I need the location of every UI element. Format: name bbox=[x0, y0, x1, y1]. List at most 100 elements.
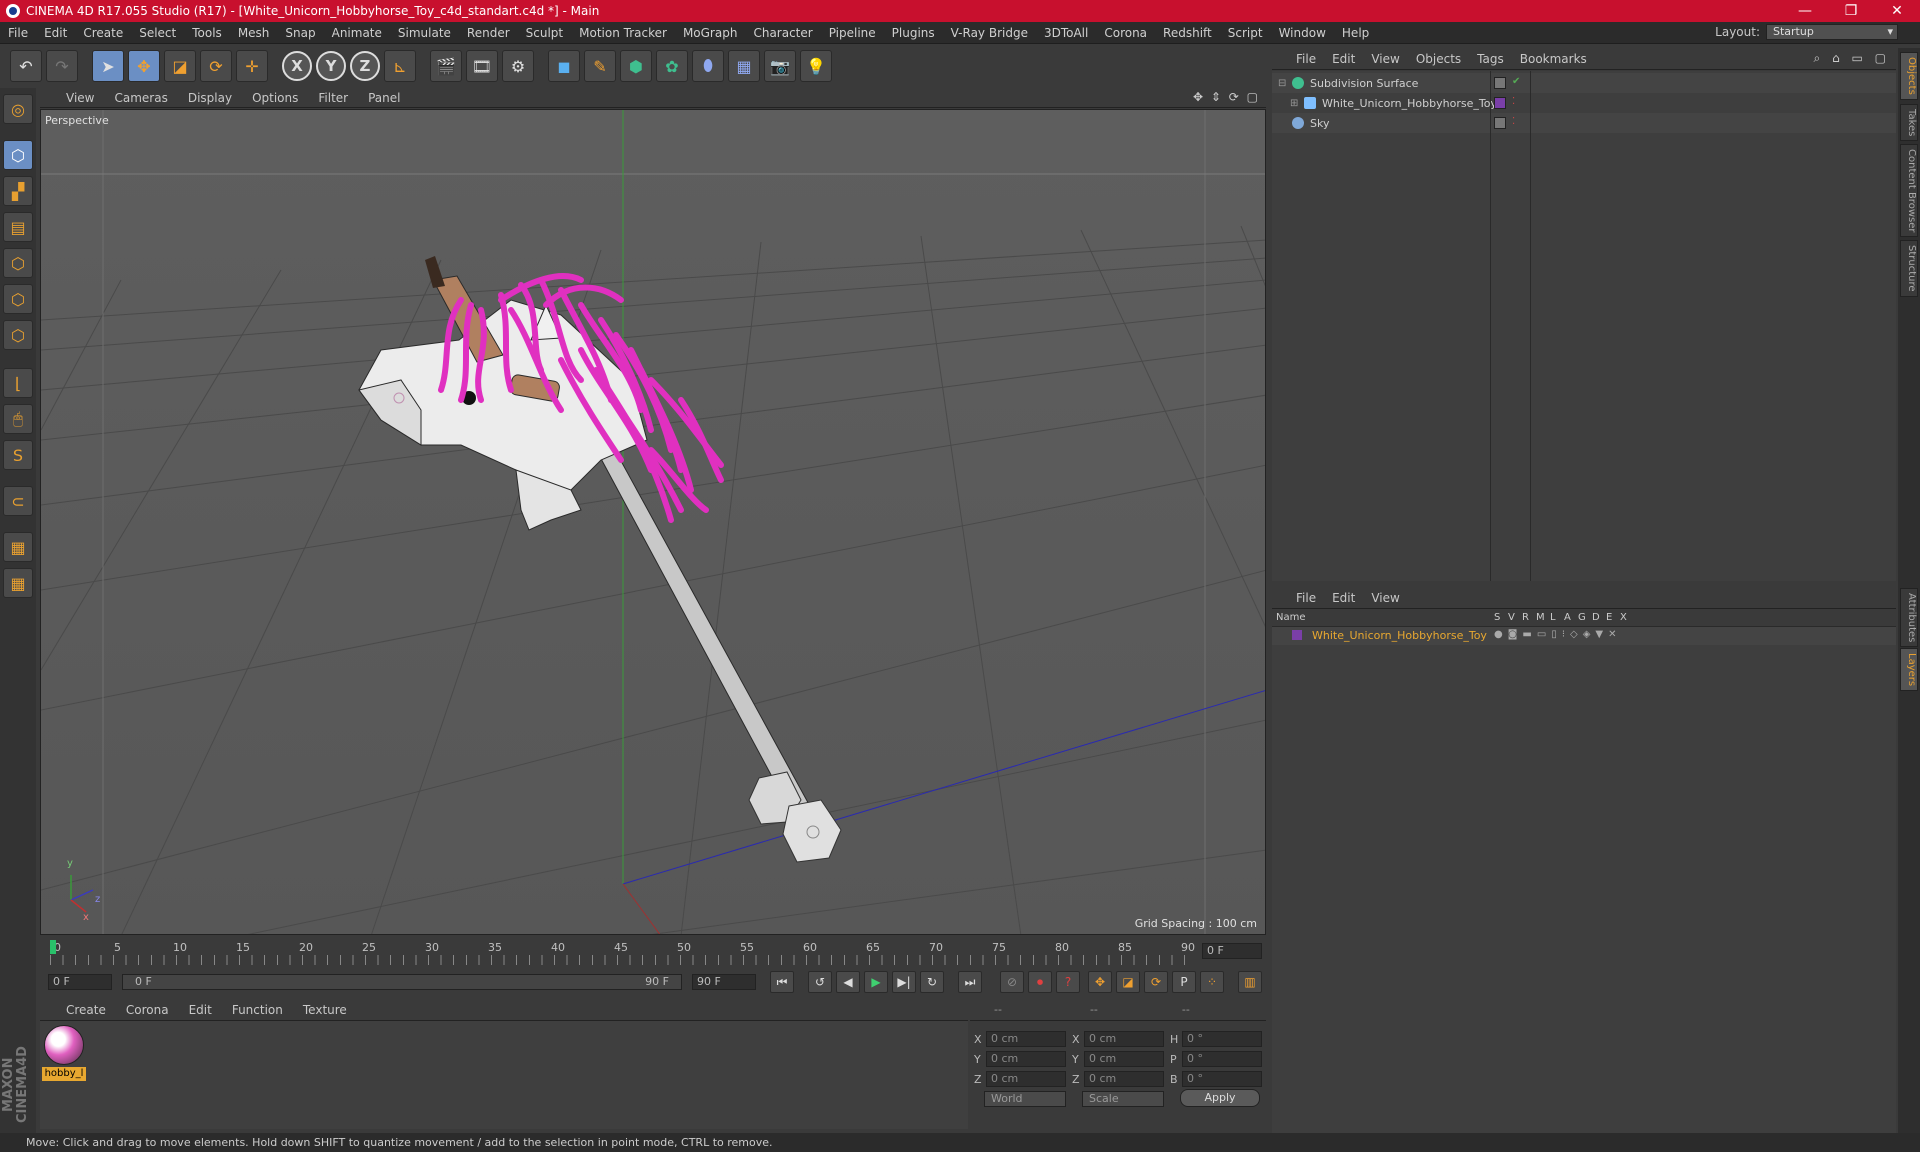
menu-help[interactable]: Help bbox=[1334, 26, 1377, 40]
go-to-end-icon[interactable]: ⏭ bbox=[958, 971, 982, 993]
layer-color-swatch[interactable] bbox=[1292, 630, 1302, 640]
coordinate-system-icon[interactable]: ⊾ bbox=[384, 50, 416, 82]
om-menu-objects[interactable]: Objects bbox=[1408, 52, 1469, 66]
x-axis-lock-button[interactable]: X bbox=[282, 51, 312, 81]
lm-menu-file[interactable]: File bbox=[1288, 591, 1324, 605]
visibility-dots-icon[interactable]: ⁚ bbox=[1512, 116, 1515, 127]
om-menu-file[interactable]: File bbox=[1288, 52, 1324, 66]
minimize-icon[interactable]: — bbox=[1782, 3, 1828, 19]
material-name-label[interactable]: hobby_l bbox=[42, 1067, 86, 1081]
tree-expand-icon[interactable]: ⊞ bbox=[1290, 98, 1304, 109]
y-axis-lock-button[interactable]: Y bbox=[316, 51, 346, 81]
previous-frame-icon[interactable]: ◀ bbox=[836, 971, 860, 993]
menu-edit[interactable]: Edit bbox=[36, 26, 75, 40]
timeline-playhead[interactable] bbox=[50, 940, 56, 954]
object-name[interactable]: Subdivision Surface bbox=[1310, 77, 1418, 90]
play-icon[interactable]: ▶ bbox=[864, 971, 888, 993]
viewport-menu-view[interactable]: View bbox=[56, 91, 104, 105]
coord-scale-dropdown[interactable]: Scale bbox=[1082, 1091, 1164, 1107]
timeline-window-icon[interactable]: ▥ bbox=[1238, 971, 1262, 993]
side-tab-objects[interactable]: Objects bbox=[1900, 52, 1918, 100]
snap-icon[interactable]: S bbox=[3, 440, 33, 470]
previous-key-icon[interactable]: ↺ bbox=[808, 971, 832, 993]
viewport-menu-cameras[interactable]: Cameras bbox=[104, 91, 177, 105]
key-pla-icon[interactable]: ⁘ bbox=[1200, 971, 1224, 993]
layer-color-tag[interactable] bbox=[1494, 97, 1506, 109]
texture-mode-icon[interactable]: ▞ bbox=[3, 176, 33, 206]
key-parameter-icon[interactable]: P bbox=[1172, 971, 1196, 993]
end-frame-field[interactable]: 90 F bbox=[692, 974, 756, 990]
coord-size-z-field[interactable]: 0 cm bbox=[1084, 1071, 1164, 1087]
frame-range-slider[interactable]: 0 F 90 F bbox=[122, 974, 682, 990]
coord-rot-b-field[interactable]: 0 ° bbox=[1182, 1071, 1262, 1087]
select-arrow-icon[interactable]: ➤ bbox=[92, 50, 124, 82]
key-rotation-icon[interactable]: ⟳ bbox=[1144, 971, 1168, 993]
viewport-menu-display[interactable]: Display bbox=[178, 91, 242, 105]
viewport-menu-options[interactable]: Options bbox=[242, 91, 308, 105]
menu-redshift[interactable]: Redshift bbox=[1155, 26, 1220, 40]
object-row-subdivision-surface[interactable]: ⊟ Subdivision Surface ✔ bbox=[1272, 73, 1896, 93]
rotate-tool-icon[interactable]: ⟳ bbox=[200, 50, 232, 82]
object-row-unicorn[interactable]: ⊞ White_Unicorn_Hobbyhorse_Toy ⁚ bbox=[1272, 93, 1896, 113]
menu-animate[interactable]: Animate bbox=[324, 26, 390, 40]
object-row-sky[interactable]: Sky ⁚ bbox=[1272, 113, 1896, 133]
material-menu-edit[interactable]: Edit bbox=[179, 1003, 222, 1017]
restore-icon[interactable]: ❐ bbox=[1828, 3, 1874, 19]
cloner-icon[interactable]: ✿ bbox=[656, 50, 688, 82]
z-axis-lock-button[interactable]: Z bbox=[350, 51, 380, 81]
deformer-icon[interactable]: ⬮ bbox=[692, 50, 724, 82]
key-scale-icon[interactable]: ◪ bbox=[1116, 971, 1140, 993]
menu-select[interactable]: Select bbox=[131, 26, 184, 40]
floor-icon[interactable]: ▦ bbox=[728, 50, 760, 82]
points-mode-icon[interactable]: ⬡ bbox=[3, 248, 33, 278]
visibility-dots-icon[interactable]: ⁚ bbox=[1512, 96, 1515, 107]
coord-size-x-field[interactable]: 0 cm bbox=[1084, 1031, 1164, 1047]
viewport-menu-filter[interactable]: Filter bbox=[308, 91, 358, 105]
enabled-check-icon[interactable]: ✔ bbox=[1512, 76, 1520, 87]
side-tab-layers[interactable]: Layers bbox=[1900, 648, 1918, 692]
menu-mograph[interactable]: MoGraph bbox=[675, 26, 746, 40]
om-menu-tags[interactable]: Tags bbox=[1469, 52, 1512, 66]
coord-pos-x-field[interactable]: 0 cm bbox=[986, 1031, 1066, 1047]
close-icon[interactable]: ✕ bbox=[1874, 3, 1920, 19]
menu-create[interactable]: Create bbox=[75, 26, 131, 40]
menu-pipeline[interactable]: Pipeline bbox=[821, 26, 884, 40]
tree-expand-icon[interactable]: ⊟ bbox=[1278, 78, 1292, 89]
menu-simulate[interactable]: Simulate bbox=[390, 26, 459, 40]
om-menu-edit[interactable]: Edit bbox=[1324, 52, 1363, 66]
go-to-start-icon[interactable]: ⏮ bbox=[770, 971, 794, 993]
menu-corona[interactable]: Corona bbox=[1096, 26, 1155, 40]
menu-plugins[interactable]: Plugins bbox=[884, 26, 943, 40]
layer-toggle-icons[interactable]: ●◙▬▭▯⁝◇◈▼✕ bbox=[1494, 629, 1621, 640]
viewport-menu-panel[interactable]: Panel bbox=[358, 91, 410, 105]
om-menu-view[interactable]: View bbox=[1363, 52, 1407, 66]
undo-icon[interactable]: ↶ bbox=[10, 50, 42, 82]
menu-vray-bridge[interactable]: V-Ray Bridge bbox=[943, 26, 1036, 40]
menu-window[interactable]: Window bbox=[1271, 26, 1334, 40]
polygons-mode-icon[interactable]: ⬡ bbox=[3, 320, 33, 350]
locked-workplane-icon[interactable]: ▦ bbox=[3, 532, 33, 562]
menu-snap[interactable]: Snap bbox=[277, 26, 323, 40]
next-key-icon[interactable]: ↻ bbox=[920, 971, 944, 993]
layer-name[interactable]: White_Unicorn_Hobbyhorse_Toy bbox=[1312, 629, 1487, 642]
side-tab-structure[interactable]: Structure bbox=[1900, 240, 1918, 297]
menu-tools[interactable]: Tools bbox=[184, 26, 230, 40]
axis-mode-icon[interactable]: ⌊ bbox=[3, 368, 33, 398]
lm-menu-view[interactable]: View bbox=[1363, 591, 1407, 605]
menu-script[interactable]: Script bbox=[1220, 26, 1271, 40]
workplane-icon[interactable]: ▤ bbox=[3, 212, 33, 242]
material-menu-corona[interactable]: Corona bbox=[116, 1003, 179, 1017]
material-menu-texture[interactable]: Texture bbox=[293, 1003, 357, 1017]
editor-visibility-toggle[interactable] bbox=[1494, 117, 1506, 129]
light-icon[interactable]: 💡 bbox=[800, 50, 832, 82]
material-menu-create[interactable]: Create bbox=[56, 1003, 116, 1017]
move-tool-icon[interactable]: ✥ bbox=[128, 50, 160, 82]
menu-file[interactable]: File bbox=[0, 26, 36, 40]
redo-icon[interactable]: ↷ bbox=[46, 50, 78, 82]
menu-3dtoall[interactable]: 3DToAll bbox=[1036, 26, 1096, 40]
record-active-objects-icon[interactable]: ⏺ bbox=[1028, 971, 1052, 993]
camera-icon[interactable]: 📷 bbox=[764, 50, 796, 82]
timeline[interactable]: 0 5 10 15 20 25 30 35 40 45 50 55 60 65 … bbox=[40, 937, 1266, 967]
start-frame-field[interactable]: 0 F bbox=[48, 974, 112, 990]
material-menu-function[interactable]: Function bbox=[222, 1003, 293, 1017]
